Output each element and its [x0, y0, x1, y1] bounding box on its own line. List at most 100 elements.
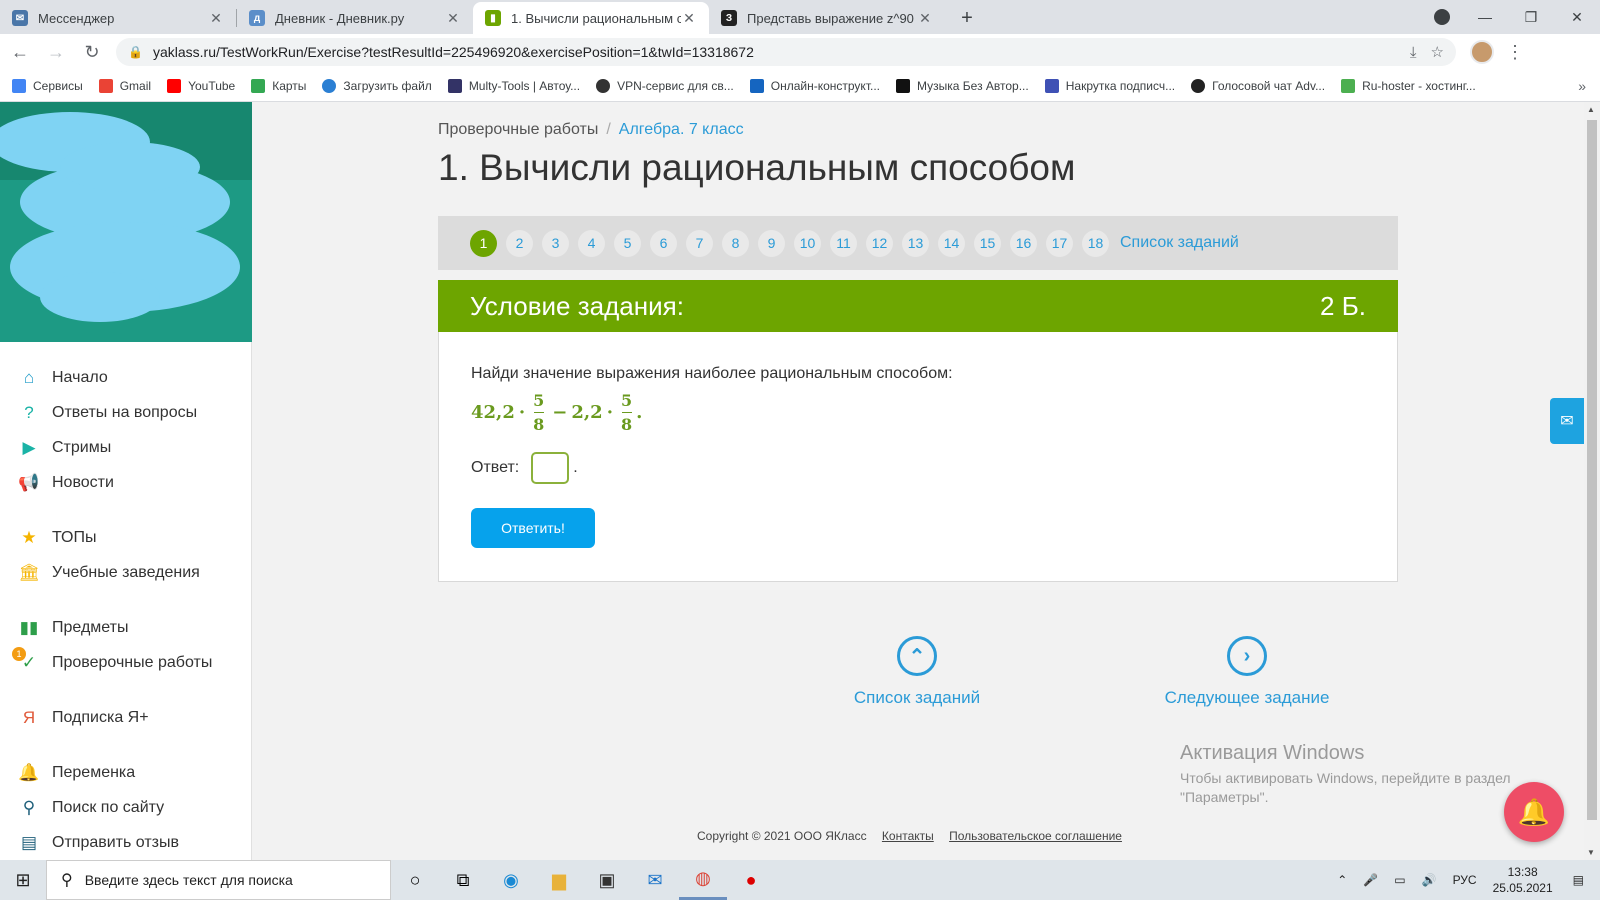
system-tray: ⌃ 🎤 ▭ 🔊 РУС 13:38 25.05.2021 ▤ — [1337, 860, 1600, 900]
bookmark-item[interactable]: Сервисы — [12, 78, 83, 93]
sidebar-item-home[interactable]: ⌂ Начало — [0, 360, 251, 395]
logo-area[interactable] — [0, 102, 252, 342]
pager-item[interactable]: 18 — [1082, 229, 1109, 257]
pager-item[interactable]: 6 — [650, 229, 677, 257]
bookmark-star-icon[interactable]: ☆ — [1431, 43, 1444, 61]
file-explorer-icon[interactable]: ▆ — [535, 860, 583, 900]
pager-item[interactable]: 12 — [866, 229, 893, 257]
pager-item[interactable]: 14 — [938, 229, 965, 257]
close-icon[interactable]: ✕ — [681, 10, 697, 27]
reload-icon[interactable]: ↻ — [76, 42, 108, 63]
pager-item[interactable]: 17 — [1046, 229, 1073, 257]
bookmark-item[interactable]: Онлайн-конструкт... — [749, 78, 880, 93]
language-indicator[interactable]: РУС — [1453, 873, 1477, 887]
tab-search-icon[interactable] — [1434, 9, 1450, 25]
answer-input[interactable] — [531, 452, 570, 484]
store-icon[interactable]: ▣ — [583, 860, 631, 900]
pager-item[interactable]: 1 — [470, 229, 497, 257]
browser-tab-4[interactable]: З Представь выражение z^90 в в ✕ — [709, 2, 945, 34]
bookmark-item[interactable]: VPN-сервис для св... — [596, 78, 734, 93]
close-icon[interactable]: ✕ — [208, 10, 224, 27]
forward-icon[interactable]: → — [40, 42, 72, 63]
close-icon[interactable]: ✕ — [445, 10, 461, 27]
record-icon[interactable]: ● — [727, 860, 775, 900]
pager-item[interactable]: 16 — [1010, 229, 1037, 257]
next-task-nav[interactable]: › Следующее задание — [1137, 636, 1357, 708]
restore-icon[interactable]: ❐ — [1508, 9, 1554, 26]
sidebar-item-subjects[interactable]: ▮▮ Предметы — [0, 610, 251, 645]
browser-tab-3[interactable]: ▮ 1. Вычисли рациональным спос ✕ — [473, 2, 709, 34]
install-icon[interactable]: ⤓ — [1410, 44, 1417, 61]
bookmark-item[interactable]: Загрузить файл — [322, 78, 432, 93]
task-pager: 1 2 3 4 5 6 7 8 9 10 11 12 13 14 15 16 1… — [438, 216, 1398, 270]
pager-item[interactable]: 3 — [542, 229, 569, 257]
taskbar-search[interactable]: ⚲ Введите здесь текст для поиска — [46, 860, 391, 900]
pager-item[interactable]: 11 — [830, 229, 857, 257]
edge-icon[interactable]: ◉ — [487, 860, 535, 900]
browser-menu-icon[interactable]: ⋮ — [1506, 42, 1524, 63]
chrome-icon[interactable]: ◍ — [679, 860, 727, 900]
sidebar-item-feedback[interactable]: ▤ Отправить отзыв — [0, 825, 251, 860]
contacts-link[interactable]: Контакты — [882, 829, 934, 843]
close-icon[interactable]: ✕ — [917, 10, 933, 27]
pager-item[interactable]: 10 — [794, 229, 821, 257]
browser-tab-1[interactable]: ✉ Мессенджер ✕ — [0, 2, 236, 34]
microphone-icon[interactable]: 🎤 — [1363, 873, 1378, 887]
page-scrollbar[interactable]: ▲ ▼ — [1584, 102, 1600, 860]
task-list-link[interactable]: Список заданий — [1120, 234, 1239, 252]
clock[interactable]: 13:38 25.05.2021 — [1493, 864, 1553, 896]
volume-icon[interactable]: 🔊 — [1422, 873, 1437, 887]
bookmark-item[interactable]: Ru-hoster - хостинг... — [1341, 78, 1476, 93]
pager-item[interactable]: 5 — [614, 229, 641, 257]
minimize-icon[interactable]: — — [1462, 9, 1508, 25]
scroll-down-icon[interactable]: ▼ — [1587, 848, 1595, 857]
new-tab-button[interactable]: + — [953, 4, 981, 32]
address-bar[interactable]: 🔒 yaklass.ru/TestWorkRun/Exercise?testRe… — [116, 38, 1456, 66]
breadcrumb-current[interactable]: Алгебра. 7 класс — [619, 121, 744, 138]
windows-start-icon[interactable]: ⊞ — [0, 860, 46, 900]
submit-button[interactable]: Ответить! — [471, 508, 595, 548]
bookmark-item[interactable]: Музыка Без Автор... — [896, 78, 1029, 93]
sidebar-item-search[interactable]: ⚲ Поиск по сайту — [0, 790, 251, 825]
pager-item[interactable]: 8 — [722, 229, 749, 257]
action-center-icon[interactable]: ▤ — [1573, 873, 1584, 887]
sidebar-item-streams[interactable]: ▶ Стримы — [0, 430, 251, 465]
task-list-nav[interactable]: ⌃ Список заданий — [807, 636, 1027, 708]
tray-chevron-icon[interactable]: ⌃ — [1337, 873, 1347, 887]
back-icon[interactable]: ← — [4, 42, 36, 63]
agreement-link[interactable]: Пользовательское соглашение — [949, 829, 1122, 843]
bookmark-item[interactable]: Multy-Tools | Автоу... — [447, 78, 580, 93]
sidebar-item-schools[interactable]: 🏛 Учебные заведения — [0, 555, 251, 590]
mail-icon[interactable]: ✉ — [1550, 398, 1584, 444]
sidebar-item-news[interactable]: 📢 Новости — [0, 465, 251, 500]
pager-item[interactable]: 4 — [578, 229, 605, 257]
scroll-up-icon[interactable]: ▲ — [1587, 105, 1595, 114]
browser-tab-2[interactable]: д Дневник - Дневник.ру ✕ — [237, 2, 473, 34]
bookmark-item[interactable]: Gmail — [98, 78, 151, 93]
bookmark-item[interactable]: Карты — [251, 78, 306, 93]
bookmark-item[interactable]: Накрутка подписч... — [1044, 78, 1175, 93]
bookmark-item[interactable]: YouTube — [167, 78, 235, 93]
sidebar-item-tests[interactable]: 1 ✓ Проверочные работы — [0, 645, 251, 680]
pager-item[interactable]: 13 — [902, 229, 929, 257]
pager-item[interactable]: 15 — [974, 229, 1001, 257]
sidebar-item-tops[interactable]: ★ ТОПы — [0, 520, 251, 555]
pager-item[interactable]: 7 — [686, 229, 713, 257]
maps-icon — [251, 78, 266, 93]
window-close-icon[interactable]: ✕ — [1554, 9, 1600, 26]
sidebar-item-answers[interactable]: ? Ответы на вопросы — [0, 395, 251, 430]
profile-avatar[interactable] — [1470, 40, 1494, 64]
task-view-icon[interactable]: ⧉ — [439, 860, 487, 900]
mail-app-icon[interactable]: ✉ — [631, 860, 679, 900]
pager-item[interactable]: 9 — [758, 229, 785, 257]
cortana-icon[interactable]: ○ — [391, 860, 439, 900]
bookmark-item[interactable]: Голосовой чат Adv... — [1191, 78, 1325, 93]
notification-bell-icon[interactable]: 🔔 — [1504, 782, 1564, 842]
scrollbar-thumb[interactable] — [1587, 120, 1597, 820]
network-icon[interactable]: ▭ — [1394, 873, 1405, 887]
breadcrumb-root[interactable]: Проверочные работы — [438, 121, 598, 138]
pager-item[interactable]: 2 — [506, 229, 533, 257]
sidebar-item-break[interactable]: 🔔 Переменка — [0, 755, 251, 790]
sidebar-item-subscription[interactable]: Я Подписка Я+ — [0, 700, 251, 735]
bookmarks-overflow-icon[interactable]: » — [1578, 78, 1586, 94]
